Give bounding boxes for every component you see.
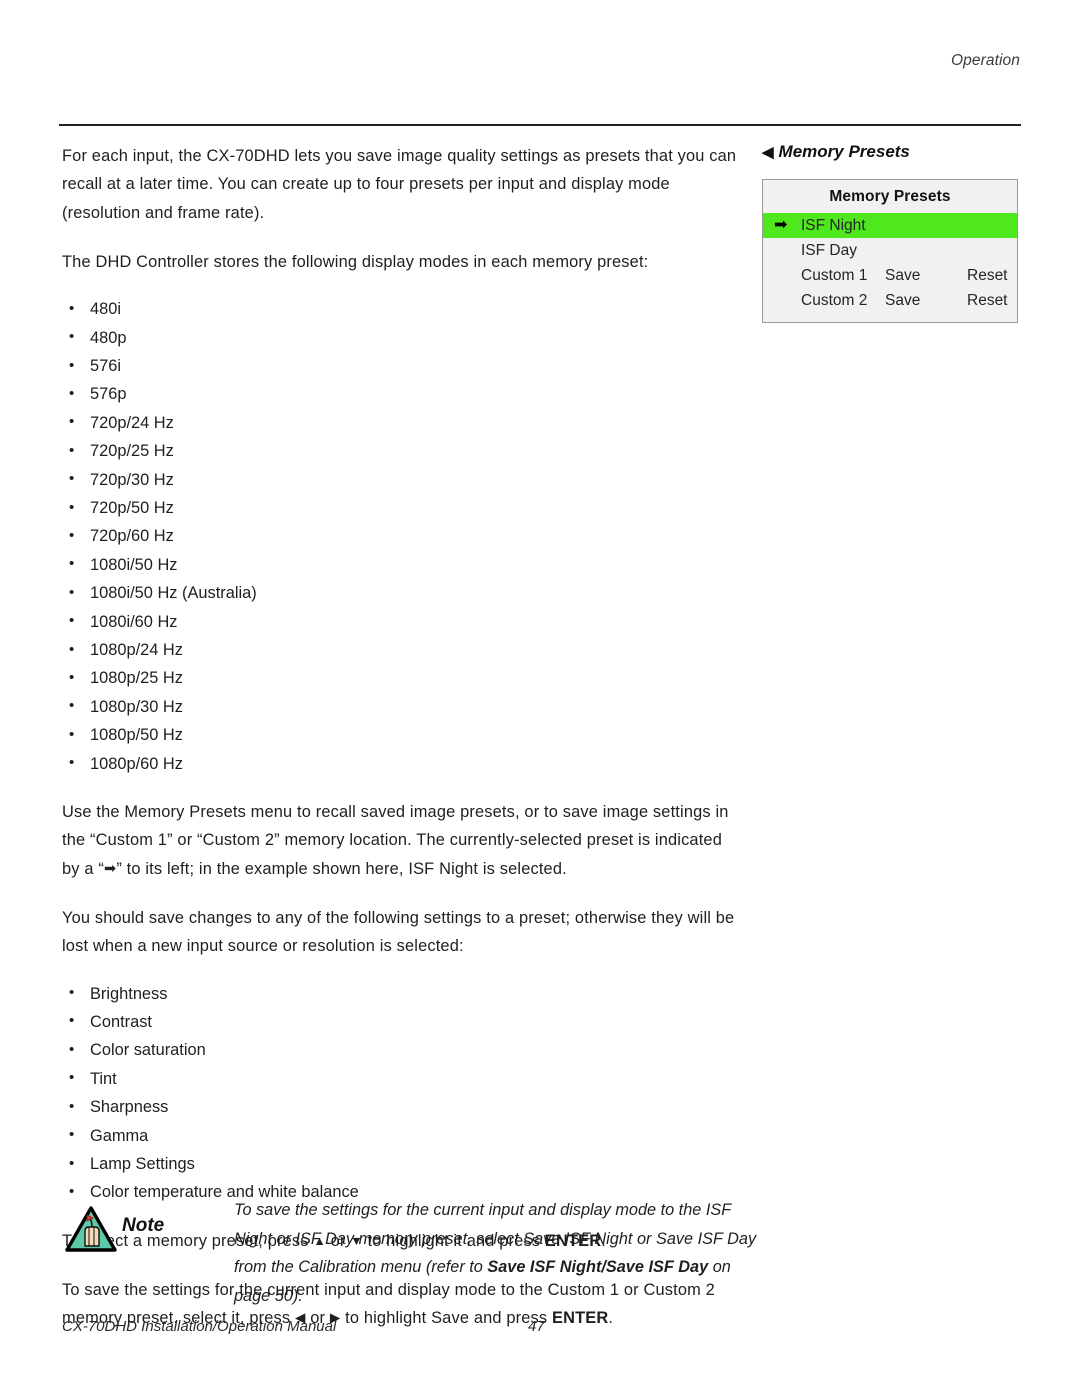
footer-page-number: 47 [528, 1318, 545, 1335]
enter-key-label: ENTER [552, 1309, 609, 1328]
menu-title: Memory Presets [829, 188, 951, 205]
note-text: To save the settings for the current inp… [62, 1196, 762, 1310]
list-item: 1080i/50 Hz (Australia) [62, 579, 742, 608]
page: Operation For each input, the CX-70DHD l… [0, 0, 1080, 1397]
list-item: 480i [62, 295, 742, 324]
save-text-part-4: . [608, 1309, 614, 1328]
list-item: Brightness [62, 979, 742, 1008]
list-item: 1080i/50 Hz [62, 550, 742, 579]
list-item: 720p/30 Hz [62, 465, 742, 494]
list-item: 576p [62, 380, 742, 409]
list-item: 1080i/60 Hz [62, 607, 742, 636]
settings-list: Brightness Contrast Color saturation Tin… [62, 979, 742, 1207]
list-item: 1080p/30 Hz [62, 692, 742, 721]
footer-manual-title: CX-70DHD Installation/Operation Manual [62, 1318, 337, 1335]
list-item: Tint [62, 1064, 742, 1093]
note-cross-reference: Save ISF Night/Save ISF Day [487, 1258, 709, 1276]
list-item: 720p/25 Hz [62, 437, 742, 466]
main-text-column: For each input, the CX-70DHD lets you sa… [62, 142, 742, 1354]
list-item: 1080p/60 Hz [62, 749, 742, 778]
menu-item-reset-action[interactable]: Reset [967, 292, 1008, 310]
list-item: 480p [62, 323, 742, 352]
list-item: 720p/24 Hz [62, 408, 742, 437]
menu-item-label: Custom 2 [801, 291, 868, 309]
paragraph-save-changes-lead: You should save changes to any of the fo… [62, 908, 735, 956]
paragraph-display-modes-lead: The DHD Controller stores the following … [62, 252, 649, 271]
menu-item-label: ISF Night [801, 216, 866, 234]
menu-item-save-action[interactable]: Save [885, 292, 967, 310]
list-item: Sharpness [62, 1093, 742, 1122]
list-item: 1080p/24 Hz [62, 636, 742, 665]
list-item: Lamp Settings [62, 1150, 742, 1179]
memory-presets-menu: Memory Presets ➡ ISF Night ISF Day Custo… [762, 179, 1018, 323]
menu-item-save-action[interactable]: Save [885, 267, 967, 285]
header-rule [59, 124, 1021, 126]
save-text-part-3: to highlight Save and press [340, 1309, 552, 1328]
menu-item-custom-1[interactable]: Custom 1 Save Reset [763, 263, 1017, 288]
note-triangle-icon [65, 1206, 117, 1252]
usage-text-part-2: ” to its left; in the example shown here… [116, 859, 567, 878]
selection-arrow-icon: ➡ [774, 216, 788, 234]
osd-caption-label: Memory Presets [778, 142, 910, 161]
paragraph-memory-presets-usage: Use the Memory Presets menu to recall sa… [62, 798, 742, 883]
note-callout: Note To save the settings for the curren… [62, 1196, 762, 1310]
list-item: Color saturation [62, 1036, 742, 1065]
menu-item-isf-night[interactable]: ➡ ISF Night [763, 213, 1017, 238]
arrow-right-fat-icon [104, 860, 116, 876]
paragraph-intro: For each input, the CX-70DHD lets you sa… [62, 147, 737, 222]
list-item: 720p/60 Hz [62, 522, 742, 551]
list-item: 720p/50 Hz [62, 494, 742, 523]
list-item: 576i [62, 351, 742, 380]
menu-item-custom-2[interactable]: Custom 2 Save Reset [763, 288, 1017, 313]
note-label: Note [122, 1215, 165, 1236]
menu-item-isf-day[interactable]: ISF Day [763, 238, 1017, 263]
list-item: 1080p/50 Hz [62, 721, 742, 750]
menu-item-label: Custom 1 [801, 266, 868, 284]
osd-caption: ◀ Memory Presets [762, 142, 1020, 162]
list-item: Contrast [62, 1007, 742, 1036]
menu-item-label: ISF Day [801, 241, 857, 259]
list-item: Gamma [62, 1121, 742, 1150]
list-item: 1080p/25 Hz [62, 664, 742, 693]
running-head: Operation [951, 52, 1020, 69]
osd-illustration: ◀ Memory Presets Memory Presets ➡ ISF Nig… [762, 142, 1020, 323]
menu-item-reset-action[interactable]: Reset [967, 267, 1008, 285]
caret-left-icon: ◀ [762, 144, 774, 161]
display-modes-list: 480i 480p 576i 576p 720p/24 Hz 720p/25 H… [62, 295, 742, 778]
